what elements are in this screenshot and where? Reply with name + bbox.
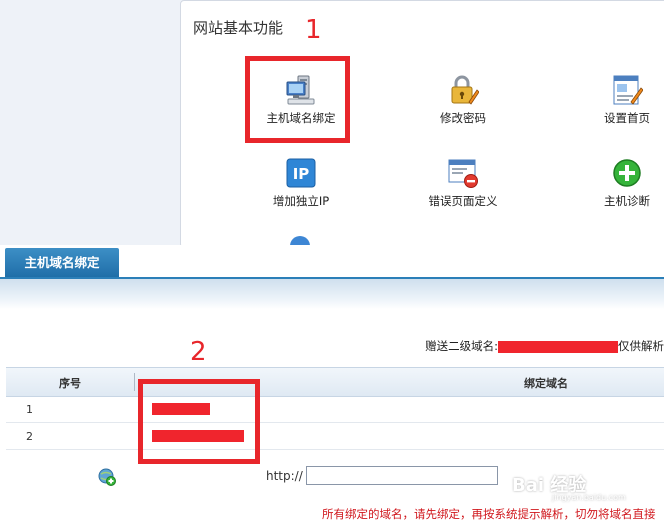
watermark-sub: jingyan.baidu.com: [552, 493, 626, 502]
highlight-box-1: [245, 56, 350, 143]
domain-input[interactable]: [306, 466, 498, 485]
row-seq: 2: [26, 430, 33, 443]
func-error-page-definition[interactable]: 错误页面定义: [413, 157, 513, 209]
basic-functions-panel: 网站基本功能 主机域名绑定 修改密码 设置首页 IP 增加独立IP 错误页面定义…: [180, 0, 664, 248]
func-set-homepage[interactable]: 设置首页: [577, 74, 664, 126]
column-header-domain: 绑定域名: [524, 377, 568, 390]
func-label: 增加独立IP: [272, 194, 330, 208]
plus-circle-icon: [611, 157, 643, 189]
func-label: 错误页面定义: [428, 194, 498, 208]
tab-bar: 主机域名绑定: [0, 245, 664, 279]
column-header-seq: 序号: [59, 377, 81, 390]
func-label: 设置首页: [604, 111, 650, 125]
redacted-subdomain: [498, 340, 618, 353]
ip-icon: IP: [285, 157, 317, 189]
add-domain-icon[interactable]: [98, 468, 116, 486]
table-header: 序号 绑定域名: [6, 367, 664, 397]
document-edit-icon: [611, 74, 644, 106]
free-subdomain-prefix: 赠送二级域名:: [425, 339, 498, 353]
window-error-icon: [447, 157, 479, 189]
func-change-password[interactable]: 修改密码: [413, 74, 513, 126]
free-subdomain-suffix: 仅供解析: [618, 339, 664, 353]
func-label: 修改密码: [440, 111, 486, 125]
panel-title: 网站基本功能: [193, 19, 284, 37]
annotation-step-2: 2: [190, 337, 207, 367]
http-prefix-label: http://: [266, 469, 303, 483]
func-label: 主机诊断: [604, 194, 650, 208]
column-separator: [134, 373, 135, 391]
table-row: 1: [6, 396, 664, 423]
annotation-step-1: 1: [305, 15, 322, 45]
baidu-jingyan-watermark: Bai 经验 jingyan.baidu.com: [512, 455, 664, 503]
ip-icon-text: IP: [293, 165, 310, 183]
header-band: [0, 279, 664, 309]
func-host-diagnosis[interactable]: 主机诊断: [577, 157, 664, 209]
highlight-box-2: [138, 379, 260, 464]
table-row: 2: [6, 423, 664, 450]
row-seq: 1: [26, 403, 33, 416]
lock-pencil-icon: [447, 74, 480, 106]
free-subdomain-line: 赠送二级域名: 仅供解析: [425, 338, 664, 354]
func-add-dedicated-ip[interactable]: IP 增加独立IP: [251, 157, 351, 209]
binding-notice: 所有绑定的域名，请先绑定，再按系统提示解析，切勿将域名直接: [322, 507, 656, 521]
tab-host-domain-binding[interactable]: 主机域名绑定: [5, 248, 119, 277]
